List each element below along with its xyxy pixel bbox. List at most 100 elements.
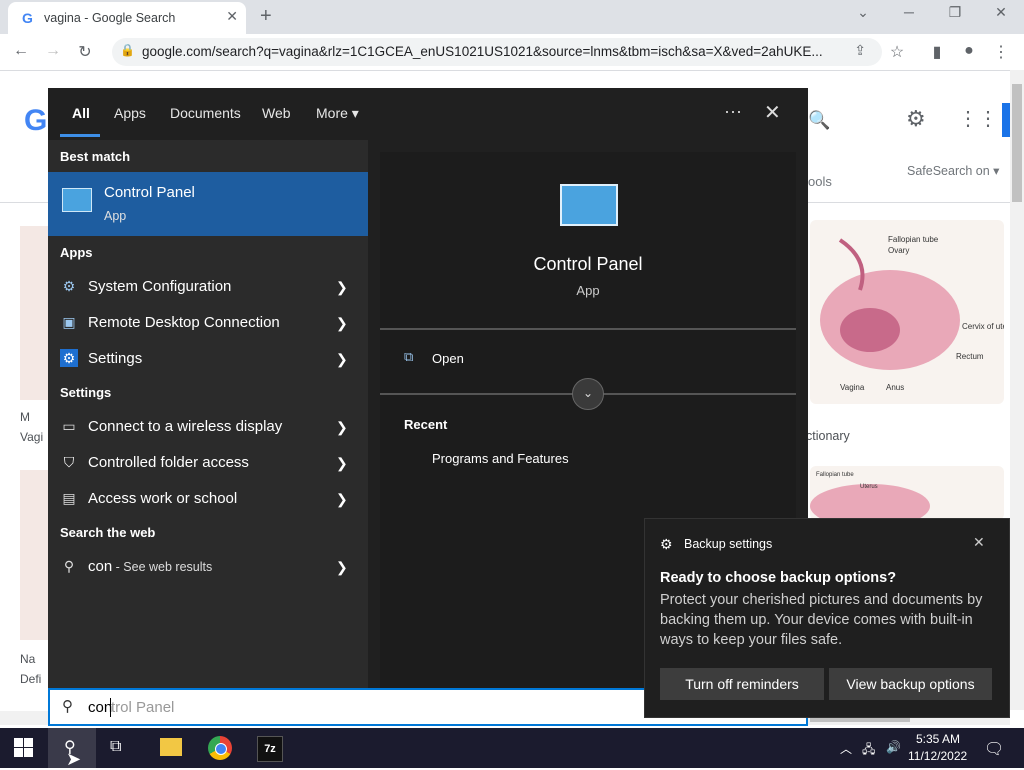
diagram-label: Cervix of uterus: [962, 322, 1004, 331]
image-title-label[interactable]: Vagi: [20, 430, 43, 444]
search-autocomplete-text[interactable]: trol Panel: [111, 699, 174, 716]
task-view-icon[interactable]: ⧉: [110, 738, 121, 756]
start-logo-pane: [24, 748, 33, 757]
back-button[interactable]: ←: [10, 42, 32, 60]
web-result-label: con - See web results: [88, 558, 212, 575]
address-bar[interactable]: 🔒 google.com/search?q=vagina&rlz=1C1GCEA…: [112, 38, 882, 66]
vertical-scroll-thumb[interactable]: [1012, 84, 1022, 202]
result-label: System Configuration: [88, 278, 232, 295]
network-icon[interactable]: 🖧: [862, 740, 875, 761]
chevron-right-icon[interactable]: ❯: [336, 351, 348, 368]
web-query: con: [88, 558, 113, 575]
new-tab-button[interactable]: +: [260, 5, 272, 28]
profile-avatar-icon[interactable]: ●: [958, 42, 980, 60]
show-hidden-icons-icon[interactable]: ︿: [840, 740, 852, 757]
7zip-icon[interactable]: 7z: [257, 736, 283, 762]
side-panel-icon[interactable]: ▮: [926, 42, 948, 62]
restore-button[interactable]: ❐: [940, 4, 970, 21]
tab-apps[interactable]: Apps: [114, 105, 146, 121]
tab-documents[interactable]: Documents: [170, 105, 241, 121]
anatomy-diagram-image[interactable]: Fallopian tube Uterus: [810, 466, 1004, 520]
sign-in-button[interactable]: [1002, 103, 1010, 137]
google-favicon-icon: G: [22, 10, 33, 26]
best-match-title: Control Panel: [104, 184, 195, 201]
chrome-icon[interactable]: [208, 736, 232, 760]
control-panel-icon: [560, 184, 618, 226]
view-backup-options-button[interactable]: View backup options: [829, 668, 992, 700]
divider: [380, 328, 796, 330]
image-title-label[interactable]: ctionary: [806, 429, 850, 443]
close-panel-icon[interactable]: ✕: [764, 100, 781, 125]
mouse-cursor-icon: ➤: [66, 749, 82, 769]
google-search-icon[interactable]: 🔍: [808, 110, 830, 131]
bookmark-star-icon[interactable]: ☆: [886, 42, 908, 62]
search-typed-text[interactable]: con: [88, 699, 112, 716]
google-logo[interactable]: G: [24, 104, 47, 138]
diagram-label: Rectum: [956, 352, 984, 361]
tab-all[interactable]: All: [72, 105, 90, 121]
result-label: Remote Desktop Connection: [88, 314, 280, 331]
gear-icon: ⚙: [660, 536, 673, 552]
close-window-button[interactable]: ✕: [986, 4, 1016, 21]
safesearch-toggle[interactable]: SafeSearch on ▾: [907, 163, 999, 178]
chevron-right-icon[interactable]: ❯: [336, 279, 348, 296]
close-icon[interactable]: ✕: [973, 534, 985, 551]
settings-gear-icon[interactable]: ⚙: [906, 106, 926, 132]
file-explorer-icon[interactable]: [160, 738, 182, 756]
best-match-item[interactable]: [48, 172, 368, 236]
tab-web[interactable]: Web: [262, 105, 291, 121]
notification-center-icon[interactable]: 🗨: [984, 739, 1004, 759]
anatomy-diagram-image[interactable]: Fallopian tube Ovary Cervix of uterus Re…: [810, 220, 1004, 404]
forward-button[interactable]: →: [42, 42, 64, 60]
minimize-button[interactable]: ─: [894, 4, 924, 20]
image-source-label[interactable]: M: [20, 410, 30, 424]
reload-button[interactable]: ↻: [74, 42, 96, 62]
start-logo-pane: [14, 738, 23, 747]
lock-icon[interactable]: 🔒: [120, 43, 135, 57]
image-source-label[interactable]: Na: [20, 652, 35, 666]
shield-icon: ⛉: [63, 454, 75, 470]
more-options-icon[interactable]: ···: [724, 101, 742, 122]
image-result-thumbnail[interactable]: [20, 226, 50, 400]
briefcase-icon: ▤: [62, 490, 76, 506]
clock-date[interactable]: 11/12/2022: [908, 749, 967, 763]
diagram-label: Anus: [886, 383, 904, 392]
web-suffix: - See web results: [112, 560, 213, 574]
expand-chevron-button[interactable]: ⌄: [572, 378, 604, 410]
chrome-menu-icon[interactable]: ⋮: [990, 42, 1012, 62]
diagram-vagina-shape: [840, 308, 900, 352]
turn-off-reminders-button[interactable]: Turn off reminders: [660, 668, 824, 700]
notification-title: Ready to choose backup options?: [660, 570, 897, 586]
diagram-label: Fallopian tube: [816, 472, 854, 478]
volume-icon[interactable]: 🔊: [886, 740, 901, 754]
diagram-label: Vagina: [840, 383, 865, 392]
safesearch-label: SafeSearch on: [907, 164, 990, 178]
tab-search-chevron-icon[interactable]: ⌄: [848, 4, 878, 21]
diagram-label: Uterus: [860, 484, 878, 490]
chevron-right-icon[interactable]: ❯: [336, 491, 348, 508]
image-title-label[interactable]: Defi: [20, 672, 41, 686]
image-result-thumbnail[interactable]: [20, 470, 50, 640]
chevron-right-icon[interactable]: ❯: [336, 419, 348, 436]
open-label: Open: [432, 351, 464, 366]
system-configuration-icon: ⚙: [62, 278, 76, 294]
chevron-right-icon[interactable]: ❯: [336, 455, 348, 472]
chevron-right-icon[interactable]: ❯: [336, 315, 348, 332]
caret-down-icon: ▾: [351, 105, 359, 121]
result-label: Controlled folder access: [88, 454, 249, 471]
apps-header: Apps: [60, 245, 93, 260]
recent-item[interactable]: Programs and Features: [432, 451, 569, 466]
start-windows-icon[interactable]: [14, 738, 34, 758]
chevron-right-icon[interactable]: ❯: [336, 559, 348, 576]
tab-more[interactable]: More ▾: [316, 105, 359, 122]
address-url[interactable]: google.com/search?q=vagina&rlz=1C1GCEA_e…: [142, 44, 822, 59]
close-tab-icon[interactable]: ✕: [226, 8, 238, 25]
tools-link[interactable]: ools: [808, 174, 832, 189]
web-header: Search the web: [60, 525, 156, 540]
settings-gear-icon: ⚙: [60, 349, 78, 367]
monitor-icon: ▭: [62, 418, 76, 434]
clock-time[interactable]: 5:35 AM: [916, 732, 960, 746]
browser-tab[interactable]: G vagina - Google Search ✕: [8, 2, 246, 34]
share-icon[interactable]: ⇪: [854, 42, 866, 59]
diagram-label: Ovary: [888, 246, 909, 255]
